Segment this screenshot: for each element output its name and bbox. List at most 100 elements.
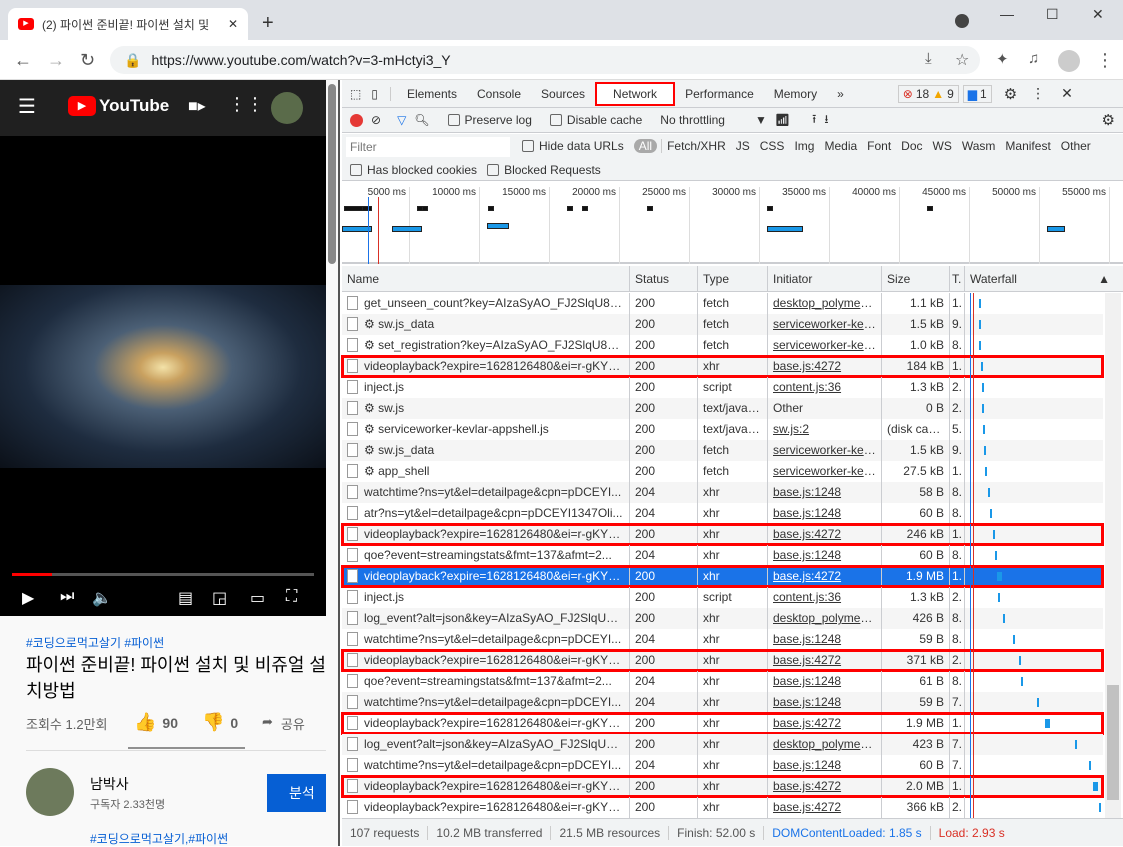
filter-other[interactable]: Other <box>1056 139 1096 153</box>
request-initiator[interactable]: base.js:1248 <box>768 503 882 524</box>
import-har-icon[interactable]: ⭱ <box>812 110 816 131</box>
table-scrollbar-thumb[interactable] <box>1107 685 1119 800</box>
filter-all[interactable]: All <box>633 139 658 153</box>
request-row[interactable]: videoplayback?expire=1628126480&ei=r-gKY… <box>341 649 1104 672</box>
filter-doc[interactable]: Doc <box>896 139 927 153</box>
bookmark-star-icon[interactable]: ☆ <box>955 50 969 70</box>
video-progress-bar[interactable] <box>12 573 314 576</box>
filter-js[interactable]: JS <box>731 139 755 153</box>
next-icon[interactable]: ⏭ <box>60 588 74 606</box>
request-name[interactable]: inject.js <box>342 377 630 398</box>
request-name[interactable]: ⚙ sw.js_data <box>342 440 630 461</box>
column-time[interactable]: T. <box>950 266 965 291</box>
channel-avatar[interactable] <box>26 768 74 816</box>
close-window-button[interactable]: ✕ <box>1092 6 1104 23</box>
minimize-button[interactable]: — <box>1000 6 1014 22</box>
request-initiator[interactable]: base.js:1248 <box>768 755 882 776</box>
dislike-button[interactable]: 👎 0 <box>202 712 238 733</box>
request-name[interactable]: videoplayback?expire=1628126480&ei=r-gKY… <box>342 524 630 545</box>
request-initiator[interactable]: desktop_polymer_... <box>768 293 882 314</box>
browser-tab[interactable]: ▶ (2) 파이썬 준비끝! 파이썬 설치 및 ✕ <box>8 8 248 40</box>
column-initiator[interactable]: Initiator <box>768 266 882 291</box>
address-bar[interactable]: 🔒 https://www.youtube.com/watch?v=3-mHct… <box>110 46 980 74</box>
install-icon[interactable]: ⤓ <box>925 50 932 67</box>
request-name[interactable]: videoplayback?expire=1628126480&ei=r-gKY… <box>342 776 630 797</box>
filter-media[interactable]: Media <box>819 139 862 153</box>
request-row[interactable]: ⚙ set_registration?key=AIzaSyAO_FJ2SlqU8… <box>342 335 1103 356</box>
request-name[interactable]: get_unseen_count?key=AIzaSyAO_FJ2SlqU8Q4… <box>342 293 630 314</box>
request-row[interactable]: videoplayback?expire=1628126480&ei=r-gKY… <box>341 565 1104 588</box>
request-name[interactable]: qoe?event=streamingstats&fmt=137&afmt=2.… <box>342 671 630 692</box>
page-scrollbar[interactable] <box>328 84 336 264</box>
play-icon[interactable]: ▶ <box>22 588 34 608</box>
request-name[interactable]: watchtime?ns=yt&el=detailpage&cpn=pDCEYI… <box>342 755 630 776</box>
request-name[interactable]: inject.js <box>342 587 630 608</box>
column-status[interactable]: Status <box>630 266 698 291</box>
back-button[interactable]: ← <box>14 50 32 71</box>
tab-console[interactable]: Console <box>467 87 531 101</box>
request-initiator[interactable]: base.js:1248 <box>768 671 882 692</box>
request-name[interactable]: log_event?alt=json&key=AIzaSyAO_FJ2SlqU8… <box>342 734 630 755</box>
request-initiator[interactable]: base.js:1248 <box>768 692 882 713</box>
record-icon[interactable] <box>350 113 363 127</box>
request-row[interactable]: watchtime?ns=yt&el=detailpage&cpn=pDCEYI… <box>342 482 1103 503</box>
request-row[interactable]: videoplayback?expire=1628126480&ei=r-gKY… <box>341 775 1104 798</box>
export-har-icon[interactable]: ⭳ <box>824 110 828 131</box>
request-initiator[interactable]: base.js:4272 <box>768 356 882 377</box>
subscribe-button[interactable]: 분석 <box>267 774 326 812</box>
request-initiator[interactable]: base.js:4272 <box>768 776 882 797</box>
search-icon[interactable]: 🔍︎ <box>414 113 429 127</box>
miniplayer-icon[interactable]: ◲ <box>212 588 227 608</box>
request-initiator[interactable]: base.js:1248 <box>768 545 882 566</box>
request-name[interactable]: ⚙ sw.js <box>342 398 630 419</box>
device-toolbar-icon[interactable]: ▯ <box>369 86 391 101</box>
request-initiator[interactable]: base.js:4272 <box>768 524 882 545</box>
hide-data-urls-checkbox[interactable]: Hide data URLs <box>522 139 624 153</box>
like-button[interactable]: 👍 90 <box>134 712 178 733</box>
more-tabs-icon[interactable]: » <box>827 87 854 101</box>
request-name[interactable]: videoplayback?expire=1628126480&ei=r-gKY… <box>342 650 630 671</box>
reload-button[interactable]: ↻ <box>80 50 95 71</box>
request-name[interactable]: watchtime?ns=yt&el=detailpage&cpn=pDCEYI… <box>342 482 630 503</box>
hamburger-menu-icon[interactable]: ☰ <box>18 94 36 119</box>
user-avatar[interactable] <box>271 92 303 124</box>
request-name[interactable]: videoplayback?expire=1628126480&ei=r-gKY… <box>342 713 630 734</box>
chrome-menu-icon[interactable]: ⋮ <box>1096 50 1114 71</box>
request-row[interactable]: get_unseen_count?key=AIzaSyAO_FJ2SlqU8Q4… <box>342 293 1103 314</box>
request-name[interactable]: ⚙ serviceworker-kevlar-appshell.js <box>342 419 630 440</box>
forward-button[interactable]: → <box>47 50 65 71</box>
tab-network[interactable]: Network <box>595 81 676 106</box>
more-options-icon[interactable]: ⋮ <box>1031 85 1045 102</box>
request-row[interactable]: videoplayback?expire=1628126480&ei=r-gKY… <box>341 355 1104 378</box>
media-control-icon[interactable]: ♫ <box>1028 50 1039 67</box>
profile-menu-icon[interactable] <box>955 14 969 28</box>
tab-sources[interactable]: Sources <box>531 87 595 101</box>
request-initiator[interactable]: desktop_polymer_... <box>768 608 882 629</box>
volume-icon[interactable]: 🔈 <box>92 588 112 608</box>
request-row[interactable]: log_event?alt=json&key=AIzaSyAO_FJ2SlqU8… <box>342 608 1103 629</box>
request-row[interactable]: inject.js 200 script content.js:36 1.3 k… <box>342 587 1103 608</box>
request-row[interactable]: watchtime?ns=yt&el=detailpage&cpn=pDCEYI… <box>342 755 1103 776</box>
request-row[interactable]: inject.js 200 script content.js:36 1.3 k… <box>342 377 1103 398</box>
share-button[interactable]: ➦ 공유 <box>262 714 305 733</box>
tab-elements[interactable]: Elements <box>397 87 467 101</box>
fullscreen-icon[interactable]: ⛶ <box>286 588 297 606</box>
request-name[interactable]: watchtime?ns=yt&el=detailpage&cpn=pDCEYI… <box>342 629 630 650</box>
filter-icon[interactable]: ▽ <box>397 113 406 127</box>
channel-name[interactable]: 남박사 <box>90 774 129 794</box>
blocked-requests-checkbox[interactable]: Blocked Requests <box>487 163 601 177</box>
filter-ws[interactable]: WS <box>928 139 957 153</box>
request-initiator[interactable]: content.js:36 <box>768 377 882 398</box>
request-initiator[interactable]: serviceworker-kev... <box>768 440 882 461</box>
description-hashtags[interactable]: #코딩으로먹고살기,#파이썬 <box>90 830 228 847</box>
request-row[interactable]: qoe?event=streamingstats&fmt=137&afmt=2.… <box>342 671 1103 692</box>
messages-counter[interactable]: ▆ 1 <box>962 84 992 103</box>
request-name[interactable]: watchtime?ns=yt&el=detailpage&cpn=pDCEYI… <box>342 692 630 713</box>
filter-manifest[interactable]: Manifest <box>1000 139 1055 153</box>
request-initiator[interactable]: sw.js:2 <box>768 419 882 440</box>
settings-gear-icon[interactable]: ⚙ <box>1004 85 1017 103</box>
request-name[interactable]: ⚙ set_registration?key=AIzaSyAO_FJ2SlqU8… <box>342 335 630 356</box>
hashtags[interactable]: #코딩으로먹고살기 #파이썬 <box>26 634 164 651</box>
request-row[interactable]: ⚙ sw.js_data 200 fetch serviceworker-kev… <box>342 440 1103 461</box>
tab-performance[interactable]: Performance <box>675 87 764 101</box>
